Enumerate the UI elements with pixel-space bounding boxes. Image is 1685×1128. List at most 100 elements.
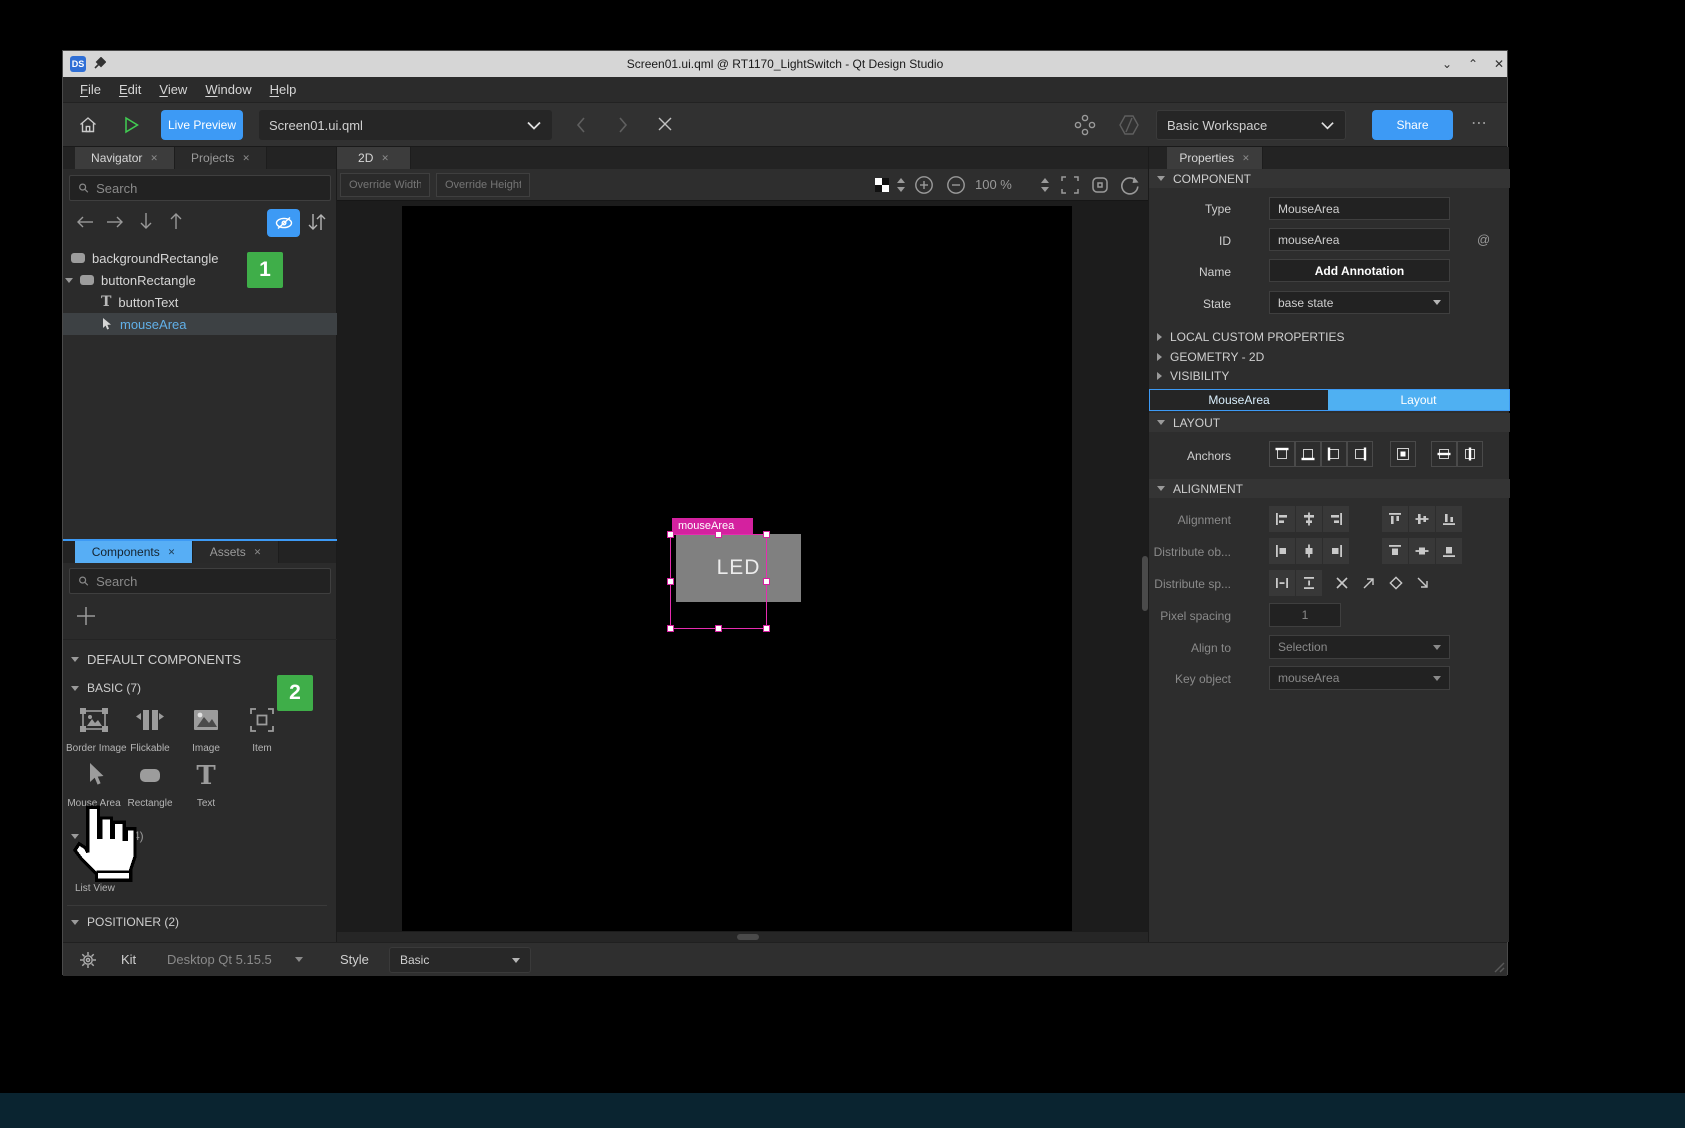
tab-mousearea[interactable]: MouseArea — [1150, 390, 1328, 410]
distribute-spacing-vertical-button[interactable] — [1296, 570, 1322, 596]
section-positioner[interactable]: POSITIONER (2) — [71, 915, 179, 929]
close-document-icon[interactable] — [656, 115, 674, 133]
resize-grip[interactable] — [1491, 959, 1505, 973]
section-visibility[interactable]: VISIBILITY — [1157, 369, 1229, 383]
clip-content-icon[interactable] — [1090, 175, 1110, 195]
close-icon[interactable]: ✕ — [150, 153, 158, 164]
close-icon[interactable]: ✕ — [254, 547, 262, 558]
forward-icon[interactable] — [616, 116, 630, 134]
component-border-image[interactable]: Border Image — [66, 705, 122, 754]
kit-selector-icon[interactable] — [1074, 114, 1096, 136]
distribute-diagonal-down-button[interactable] — [1410, 570, 1436, 596]
section-geometry-2d[interactable]: GEOMETRY - 2D — [1157, 350, 1264, 364]
menu-window[interactable]: Window — [196, 82, 260, 97]
fit-to-screen-icon[interactable] — [1060, 175, 1080, 195]
distribute-none-button[interactable] — [1329, 570, 1355, 596]
move-up-icon[interactable] — [169, 211, 183, 231]
background-color-icon[interactable] — [875, 178, 889, 192]
type-field[interactable] — [1269, 197, 1450, 220]
id-field[interactable] — [1269, 228, 1450, 251]
selection-rectangle[interactable] — [670, 534, 767, 629]
distribute-left-button[interactable] — [1269, 538, 1295, 564]
pixel-spacing-field[interactable] — [1269, 603, 1341, 627]
section-component[interactable]: COMPONENT — [1149, 169, 1510, 188]
back-icon[interactable] — [574, 116, 588, 134]
kit-value[interactable]: Desktop Qt 5.15.5 — [167, 952, 272, 967]
components-search-input[interactable] — [96, 574, 322, 589]
move-down-icon[interactable] — [139, 211, 153, 231]
menu-view[interactable]: View — [150, 82, 196, 97]
stepper-icon[interactable] — [896, 177, 906, 193]
component-flickable[interactable]: Flickable — [122, 705, 178, 754]
section-alignment[interactable]: ALIGNMENT — [1149, 479, 1510, 498]
share-button[interactable]: Share — [1372, 110, 1453, 140]
anchor-left-button[interactable] — [1321, 441, 1347, 467]
show-hidden-items-button[interactable] — [267, 209, 300, 237]
state-dropdown[interactable]: base state — [1269, 291, 1450, 314]
selection-handle-bottom-left[interactable] — [667, 625, 674, 632]
selection-handle-mid-left[interactable] — [667, 578, 674, 585]
tree-row-button-text[interactable]: T buttonText — [63, 291, 337, 313]
navigator-search[interactable] — [69, 175, 331, 201]
distribute-keep-ratio-button[interactable] — [1383, 570, 1409, 596]
align-horizontal-center-button[interactable] — [1296, 506, 1322, 532]
distribute-spacing-horizontal-button[interactable] — [1269, 570, 1295, 596]
anchor-bottom-button[interactable] — [1295, 441, 1321, 467]
open-file-dropdown[interactable]: Screen01.ui.qml — [259, 110, 552, 140]
distribute-horizontal-center-button[interactable] — [1296, 538, 1322, 564]
tab-properties[interactable]: Properties✕ — [1167, 147, 1263, 169]
tree-row-background-rectangle[interactable]: backgroundRectangle — [63, 247, 337, 269]
selection-handle-bottom-right[interactable] — [763, 625, 770, 632]
component-text[interactable]: T Text — [178, 760, 234, 809]
expander-icon[interactable] — [65, 278, 73, 283]
navigator-search-input[interactable] — [96, 181, 322, 196]
menu-file[interactable]: File — [71, 82, 110, 97]
window-close-button[interactable]: ✕ — [1487, 51, 1511, 77]
menu-help[interactable]: Help — [261, 82, 306, 97]
distribute-top-button[interactable] — [1382, 538, 1408, 564]
annotation-at-icon[interactable]: @ — [1477, 232, 1490, 247]
align-bottom-button[interactable] — [1436, 506, 1462, 532]
override-width-input[interactable] — [349, 179, 421, 191]
distribute-bottom-button[interactable] — [1436, 538, 1462, 564]
section-basic[interactable]: BASIC (7) — [71, 681, 141, 695]
tree-row-mouse-area[interactable]: mouseArea — [63, 313, 337, 335]
reset-view-icon[interactable] — [1120, 175, 1140, 195]
distribute-diagonal-up-button[interactable] — [1356, 570, 1382, 596]
align-right-button[interactable] — [1323, 506, 1349, 532]
title-bar[interactable]: DS Screen01.ui.qml @ RT1170_LightSwitch … — [63, 51, 1507, 77]
tab-navigator[interactable]: Navigator✕ — [75, 147, 175, 169]
tab-assets[interactable]: Assets✕ — [193, 541, 279, 563]
workspace-dropdown[interactable]: Basic Workspace — [1156, 110, 1346, 140]
section-layout[interactable]: LAYOUT — [1149, 413, 1510, 432]
section-default-components[interactable]: DEFAULT COMPONENTS — [71, 652, 241, 667]
run-icon[interactable] — [121, 115, 141, 135]
components-search[interactable] — [69, 568, 331, 594]
anchor-right-button[interactable] — [1347, 441, 1373, 467]
more-options-button[interactable]: ⋯ — [1471, 113, 1489, 133]
align-top-button[interactable] — [1382, 506, 1408, 532]
window-maximize-button[interactable]: ⌃ — [1461, 51, 1485, 77]
close-icon[interactable]: ✕ — [1242, 153, 1250, 164]
anchor-horizontal-center-button[interactable] — [1457, 441, 1483, 467]
home-icon[interactable] — [78, 115, 98, 135]
close-icon[interactable]: ✕ — [242, 153, 250, 164]
id-input[interactable] — [1278, 233, 1441, 247]
component-mouse-area[interactable]: Mouse Area — [66, 760, 122, 809]
anchor-vertical-center-button[interactable] — [1431, 441, 1457, 467]
selection-handle-bottom-center[interactable] — [715, 625, 722, 632]
distribute-right-button[interactable] — [1323, 538, 1349, 564]
selection-handle-top-right[interactable] — [763, 531, 770, 538]
section-local-custom-properties[interactable]: LOCAL CUSTOM PROPERTIES — [1157, 330, 1345, 344]
form-editor-canvas[interactable]: LED mouseArea — [337, 201, 1148, 932]
kit-chevron-down-icon[interactable] — [295, 957, 303, 962]
zoom-out-icon[interactable] — [946, 175, 966, 195]
type-input[interactable] — [1278, 202, 1441, 216]
component-rectangle[interactable]: Rectangle — [122, 760, 178, 809]
tab-layout[interactable]: Layout — [1328, 390, 1509, 410]
live-preview-button[interactable]: Live Preview — [161, 110, 243, 140]
tab-projects[interactable]: Projects✕ — [175, 147, 267, 169]
close-icon[interactable]: ✕ — [381, 153, 389, 164]
zoom-in-icon[interactable] — [914, 175, 934, 195]
menu-edit[interactable]: Edit — [110, 82, 150, 97]
